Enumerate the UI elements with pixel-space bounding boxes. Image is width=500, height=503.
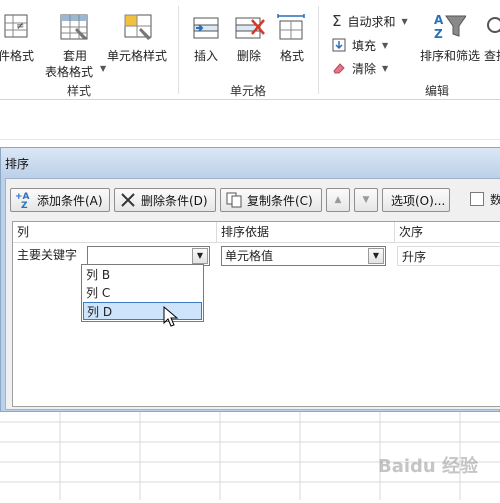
autosum-label: 自动求和 (347, 14, 396, 29)
add-level-icon: +A Z (15, 192, 30, 209)
delete-label: 删除 (237, 49, 262, 63)
triangle-down-icon: ▼ (362, 195, 370, 205)
format-label: 格式 (280, 49, 305, 63)
sort-on-value: 单元格值 (225, 249, 274, 263)
add-condition-button[interactable]: +A Z 添加条件(A) (10, 188, 110, 212)
format-cells-icon (277, 14, 305, 40)
mouse-cursor-icon (163, 306, 179, 327)
header-checkbox-label: 数 (490, 193, 500, 207)
dialog-title: 排序 (5, 157, 30, 171)
dialog-titlebar[interactable]: 排序 (1, 148, 500, 178)
format-as-table-label-1: 套用 (63, 49, 88, 63)
eraser-icon (333, 63, 345, 74)
cell-style-icon (124, 14, 152, 40)
conditional-format-label: 条件格式 (0, 49, 35, 63)
sort-on-combo[interactable]: 单元格值 ▼ (221, 246, 386, 266)
key-column-combo[interactable]: ▼ (87, 246, 210, 266)
format-button[interactable]: 格式 (272, 0, 312, 80)
column-dropdown-list: 列 B 列 C 列 D (81, 264, 204, 322)
dropdown-option-b[interactable]: 列 B (83, 266, 202, 284)
svg-text:Z: Z (434, 27, 443, 41)
header-checkbox[interactable] (470, 192, 484, 206)
chevron-down-icon: ▼ (401, 16, 408, 26)
options-label: 选项(O)... (391, 193, 446, 208)
copy-condition-label: 复制条件(C) (247, 193, 313, 208)
order-combo[interactable]: 升序 (397, 246, 500, 266)
primary-key-label: 主要关键字 (17, 248, 78, 262)
delete-cells-icon (235, 17, 265, 39)
sort-filter-label: 排序和筛选 (420, 49, 481, 63)
autosum-button[interactable]: Σ 自动求和 ▼ (332, 11, 408, 31)
column-header: 列 (13, 222, 217, 242)
fill-label: 填充 (352, 38, 377, 53)
formula-bar-area (0, 100, 500, 140)
clear-label: 清除 (352, 61, 377, 76)
move-up-button[interactable]: ▲ (326, 188, 350, 212)
table-format-icon (60, 14, 88, 40)
fill-down-icon (332, 38, 346, 52)
cells-group-label: 单元格 (230, 84, 267, 98)
delete-condition-button[interactable]: 删除条件(D) (114, 188, 216, 212)
sort-filter-button[interactable]: A Z 排序和筛选 (418, 0, 482, 80)
svg-text:A: A (434, 13, 444, 27)
clear-button[interactable]: 清除 ▼ (332, 58, 388, 78)
insert-label: 插入 (194, 49, 219, 63)
add-condition-label: 添加条件(A) (37, 193, 103, 208)
svg-text:≠: ≠ (16, 21, 24, 32)
magnifier-icon (487, 17, 500, 33)
dialog-body: +A Z 添加条件(A) 删除条件(D) 复制条件(C) ▲ ▼ 选项(O)..… (5, 178, 500, 437)
cell-style-button[interactable]: 单元格样式 (106, 0, 172, 80)
copy-icon (226, 192, 242, 208)
find-select-label: 查找 (484, 49, 500, 63)
cell-style-label: 单元格样式 (107, 49, 168, 63)
chevron-down-icon: ▼ (382, 63, 389, 73)
copy-condition-button[interactable]: 复制条件(C) (220, 188, 322, 212)
chevron-down-icon[interactable]: ▼ (192, 248, 208, 264)
move-down-button[interactable]: ▼ (354, 188, 378, 212)
group-separator (318, 6, 319, 94)
sigma-icon: Σ (332, 12, 342, 30)
chevron-down-icon[interactable]: ▼ (368, 248, 384, 264)
ribbon: ≠ 条件格式 套用 表格格式 ▼ 单元格样式 样式 (0, 0, 500, 100)
order-header: 次序 (399, 225, 424, 239)
format-as-table-button[interactable]: 套用 表格格式 ▼ (45, 0, 106, 80)
svg-text:Z: Z (21, 201, 28, 209)
order-value: 升序 (402, 250, 427, 264)
dropdown-option-c[interactable]: 列 C (83, 284, 202, 302)
sort-filter-icon: A Z (434, 13, 466, 41)
fill-button[interactable]: 填充 ▼ (332, 35, 388, 55)
chevron-down-icon: ▼ (382, 40, 389, 50)
insert-button[interactable]: 插入 (186, 0, 228, 80)
delete-button[interactable]: 删除 (230, 0, 272, 80)
editing-group-label: 编辑 (425, 84, 450, 98)
conditional-format-icon: ≠ (4, 14, 28, 38)
sort-on-header: 排序依据 (217, 222, 395, 242)
options-button[interactable]: 选项(O)... (382, 188, 450, 212)
sort-dialog: 排序 +A Z 添加条件(A) 删除条件(D) 复制条件(C) ▲ ▼ 选项(O… (0, 147, 500, 437)
styles-group-label: 样式 (67, 84, 92, 98)
delete-x-icon (121, 193, 135, 207)
find-select-button[interactable]: 查找 (484, 0, 500, 80)
dropdown-option-d[interactable]: 列 D (83, 302, 202, 320)
delete-condition-label: 删除条件(D) (141, 193, 208, 208)
group-separator (178, 6, 179, 94)
conditional-format-button[interactable]: ≠ 条件格式 (0, 0, 48, 80)
insert-cells-icon (193, 17, 219, 39)
header-divider (13, 242, 500, 243)
watermark: Baidu 经验 (378, 456, 479, 477)
triangle-up-icon: ▲ (334, 195, 342, 205)
format-as-table-label-2: 表格格式 (45, 65, 94, 79)
